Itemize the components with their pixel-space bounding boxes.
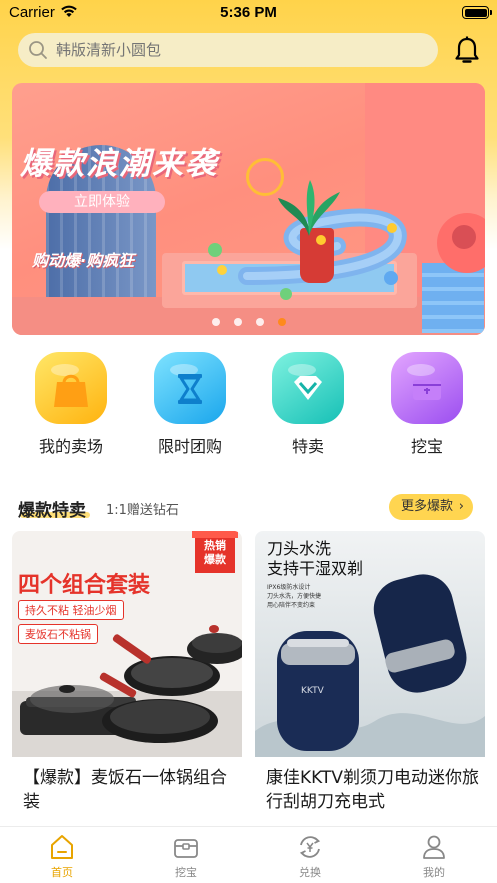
diamond-icon — [272, 352, 344, 424]
search-icon — [29, 41, 47, 59]
carousel-dot[interactable] — [212, 318, 220, 326]
tab-label: 兑换 — [299, 866, 321, 879]
tab-label: 挖宝 — [175, 866, 197, 879]
more-label: 更多爆款 — [401, 499, 454, 514]
home-icon — [51, 835, 73, 859]
app-screen: Carrier 5:36 PM 韩版清新小圆包 爆款浪潮来袭 立即体验 购动爆·… — [0, 0, 497, 883]
product-image-headline: 支持干湿双剃 — [267, 559, 364, 578]
product-image-note: IPX6级防水设计 刀头水洗，方便快捷 用心陪伴不变约束 — [267, 584, 322, 609]
product-image-tag: 持久不粘 轻油少烟 — [18, 600, 124, 620]
exchange-icon — [299, 836, 321, 858]
status-bar: Carrier 5:36 PM — [0, 0, 497, 26]
product-title: 【爆款】麦饭石一体锅组合装 — [23, 768, 227, 812]
tab-home[interactable]: 首页 — [22, 833, 102, 881]
shopping-bag-icon — [35, 352, 107, 424]
section-title: 爆款特卖 — [18, 501, 86, 521]
brand-logo: KKTV — [301, 686, 324, 696]
treasure-chest-icon — [391, 352, 463, 424]
product-card[interactable]: 刀头水洗 支持干湿双剃 IPX6级防水设计 刀头水洗，方便快捷 用心陪伴不变约束… — [255, 531, 485, 831]
user-icon — [423, 835, 445, 859]
category-label: 我的卖场 — [38, 437, 103, 456]
section-subtitle: 1:1赠送钻石 — [106, 503, 179, 518]
more-hot-items-button[interactable]: 更多爆款 › — [389, 494, 473, 520]
battery-icon — [462, 6, 492, 19]
category-special-sale[interactable]: 特卖 — [257, 352, 357, 462]
carousel-indicator[interactable] — [212, 318, 286, 326]
plant-decoration — [278, 180, 340, 236]
search-bar[interactable] — [18, 33, 438, 67]
banner-title: 爆款浪潮来袭 — [20, 146, 218, 182]
promo-banner[interactable]: 爆款浪潮来袭 立即体验 购动爆·购疯狂 — [12, 83, 485, 335]
tab-label: 首页 — [51, 866, 73, 879]
clock: 5:36 PM — [220, 4, 277, 21]
search-input[interactable] — [56, 33, 426, 67]
tab-treasure[interactable]: 挖宝 — [146, 833, 226, 881]
tab-label: 我的 — [423, 866, 445, 879]
carousel-dot[interactable] — [256, 318, 264, 326]
category-my-store[interactable]: 我的卖场 — [20, 352, 120, 462]
category-group-buy[interactable]: 限时团购 — [139, 352, 239, 462]
category-label: 特卖 — [291, 437, 324, 456]
product-card[interactable]: 四个组合套装 持久不粘 轻油少烟 麦饭石不粘锅 热销爆款 【爆款】麦饭石一体锅组… — [12, 531, 242, 831]
tab-profile[interactable]: 我的 — [394, 833, 474, 881]
tab-bar: 首页 挖宝 兑换 我的 — [0, 826, 497, 883]
product-title: 康佳KKTV剃须刀电动迷你旅行刮胡刀充电式 — [266, 768, 479, 812]
carousel-dot-active[interactable] — [278, 318, 286, 326]
tab-exchange[interactable]: 兑换 — [270, 833, 350, 881]
category-treasure[interactable]: 挖宝 — [376, 352, 476, 462]
bell-icon[interactable] — [454, 36, 480, 66]
hot-sale-badge: 热销爆款 — [204, 539, 226, 566]
product-image-headline: 四个组合套装 — [18, 573, 151, 598]
category-label: 挖宝 — [410, 437, 443, 456]
hourglass-icon — [154, 352, 226, 424]
carousel-dot[interactable] — [234, 318, 242, 326]
product-image-tag: 麦饭石不粘锅 — [18, 624, 98, 644]
banner-cta-button[interactable]: 立即体验 — [39, 191, 165, 213]
category-label: 限时团购 — [157, 437, 222, 456]
banner-subtitle: 购动爆·购疯狂 — [32, 251, 135, 270]
chevron-right-icon: › — [458, 499, 464, 514]
treasure-chest-icon — [174, 839, 198, 858]
